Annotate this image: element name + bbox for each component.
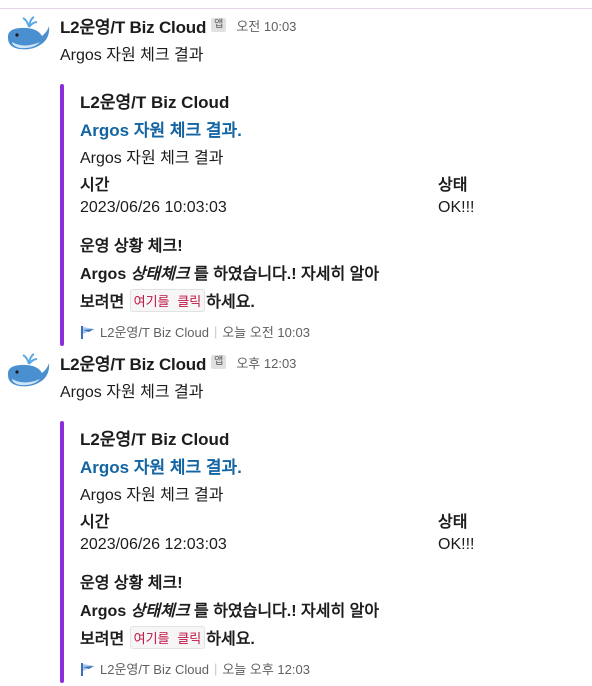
mrkdwn-bold-italic: 상태체크 [130, 266, 190, 283]
attachment-title-link[interactable]: Argos 자원 체크 결과. [80, 453, 242, 478]
attachment-author: L2운영/T Biz Cloud [80, 430, 230, 449]
message-header: L2운영/T Biz Cloud 앱 오전 10:03 [60, 13, 296, 38]
field-value-status: OK!!! [438, 536, 475, 553]
mrkdwn-bold: 보려면 [80, 294, 125, 311]
attachment-color-bar [60, 84, 64, 346]
field-title-status: 상태 [438, 514, 468, 531]
inline-code: 여기를 클릭 [129, 625, 206, 649]
field-title-status: 상태 [438, 177, 468, 194]
whale-icon[interactable] [4, 14, 50, 60]
field-value-time: 2023/06/26 10:03:03 [80, 199, 227, 216]
flag-icon [81, 662, 94, 676]
attachment-footer: L2운영/T Biz Cloud | 오늘 오후 12:03 [80, 659, 310, 678]
footer-text: L2운영/T Biz Cloud [100, 662, 209, 677]
mrkdwn-bold: Argos [80, 603, 127, 620]
mrkdwn-line: Argos 상태체크 를 하였습니다.! 자세히 알아 [80, 260, 379, 284]
footer-timestamp[interactable]: 오늘 오전 10:03 [222, 322, 310, 341]
attachment: L2운영/T Biz Cloud Argos 자원 체크 결과. Argos 자… [60, 421, 580, 683]
field-value-status: OK!!! [438, 199, 475, 216]
attachment: L2운영/T Biz Cloud Argos 자원 체크 결과. Argos 자… [60, 84, 580, 346]
field-title-time: 시간 [80, 177, 110, 194]
mrkdwn-bold: 하세요. [206, 294, 255, 311]
mrkdwn-line: 보려면 여기를 클릭 하세요. [80, 288, 255, 312]
field-value-time: 2023/06/26 12:03:03 [80, 536, 227, 553]
footer-timestamp[interactable]: 오늘 오후 12:03 [222, 659, 310, 678]
whale-icon[interactable] [4, 351, 50, 397]
field-title-time: 시간 [80, 514, 110, 531]
app-badge: 앱 [211, 18, 227, 32]
message-header: L2운영/T Biz Cloud 앱 오후 12:03 [60, 350, 296, 375]
message: L2운영/T Biz Cloud 앱 오전 10:03 Argos 자원 체크 … [0, 14, 592, 346]
message-timestamp[interactable]: 오전 10:03 [236, 16, 296, 35]
mrkdwn-line: 보려면 여기를 클릭 하세요. [80, 625, 255, 649]
footer-text: L2운영/T Biz Cloud [100, 325, 209, 340]
footer-separator: | [213, 661, 218, 676]
message-text: Argos 자원 체크 결과 [60, 47, 204, 64]
attachment-footer: L2운영/T Biz Cloud | 오늘 오전 10:03 [80, 322, 310, 341]
message-timestamp[interactable]: 오후 12:03 [236, 353, 296, 372]
message-text: Argos 자원 체크 결과 [60, 384, 204, 401]
message: L2운영/T Biz Cloud 앱 오후 12:03 Argos 자원 체크 … [0, 351, 592, 683]
attachment-text: Argos 자원 체크 결과 [80, 487, 224, 504]
attachment-title-link[interactable]: Argos 자원 체크 결과. [80, 116, 242, 141]
mrkdwn-bold-italic: 상태체크 [130, 603, 190, 620]
app-badge: 앱 [211, 355, 227, 369]
mrkdwn-line: Argos 상태체크 를 하였습니다.! 자세히 알아 [80, 597, 379, 621]
mrkdwn-bold: Argos [80, 266, 127, 283]
sender-name[interactable]: L2운영/T Biz Cloud [60, 350, 206, 375]
mrkdwn-bold: 보려면 [80, 631, 125, 648]
mrkdwn-bold: 하세요. [206, 631, 255, 648]
inline-code: 여기를 클릭 [129, 288, 206, 312]
mrkdwn-bold-rest: 를 하였습니다.! 자세히 알아 [194, 266, 380, 283]
mrkdwn-heading: 운영 상황 체크! [80, 238, 183, 255]
mrkdwn-heading: 운영 상황 체크! [80, 575, 183, 592]
attachment-color-bar [60, 421, 64, 683]
top-divider [0, 8, 592, 9]
attachment-text: Argos 자원 체크 결과 [80, 150, 224, 167]
mrkdwn-bold-rest: 를 하였습니다.! 자세히 알아 [194, 603, 380, 620]
attachment-author: L2운영/T Biz Cloud [80, 93, 230, 112]
sender-name[interactable]: L2운영/T Biz Cloud [60, 13, 206, 38]
flag-icon [81, 325, 94, 339]
footer-separator: | [213, 324, 218, 339]
